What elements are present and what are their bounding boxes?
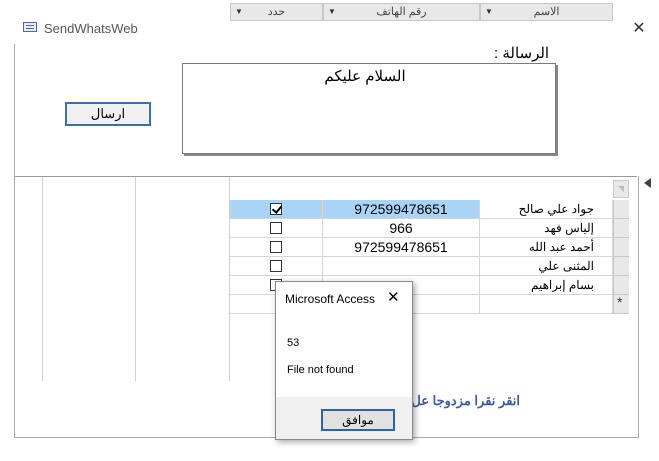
grid-column-empty (43, 177, 136, 381)
name-cell[interactable]: جواد علي صالح (480, 200, 613, 219)
select-all-corner[interactable] (613, 180, 629, 198)
table-row[interactable]: 972599478651 جواد علي صالح (230, 200, 613, 219)
send-button[interactable]: ارسال (65, 102, 151, 126)
name-cell[interactable]: أحمد عبد الله (480, 238, 613, 257)
phone-cell[interactable]: 972599478651 (323, 200, 480, 219)
phone-cell[interactable]: 972599478651 (323, 238, 480, 257)
row-selector[interactable] (613, 276, 629, 295)
select-cell[interactable] (230, 257, 323, 276)
window-title: SendWhatsWeb (44, 21, 138, 36)
row-checkbox[interactable] (270, 259, 282, 272)
name-cell[interactable] (480, 295, 613, 314)
name-cell[interactable]: المثنى علي (480, 257, 613, 276)
header-phone[interactable]: ▼ رقم الهاتف (323, 3, 480, 21)
table-row[interactable]: 972599478651 أحمد عبد الله (230, 238, 613, 257)
grid-column-empty (15, 177, 43, 381)
message-textbox[interactable]: السلام عليكم (182, 63, 556, 154)
dropdown-arrow-icon[interactable]: ▼ (235, 4, 243, 20)
row-checkbox[interactable] (270, 202, 282, 215)
form-icon (23, 22, 37, 32)
row-selector[interactable] (613, 238, 629, 257)
close-icon[interactable]: ✕ (387, 288, 400, 306)
grid-column-empty (136, 177, 230, 381)
close-icon[interactable]: ✕ (631, 18, 647, 38)
phone-cell[interactable]: 966 (323, 219, 480, 238)
select-cell[interactable] (230, 219, 323, 238)
error-number: 53 (287, 337, 300, 349)
name-cell[interactable]: إلياس فهد (480, 219, 613, 238)
dropdown-arrow-icon[interactable]: ▼ (485, 4, 493, 20)
scroll-arrow-icon[interactable] (644, 178, 651, 188)
header-name-label: الاسم (533, 6, 560, 18)
select-cell[interactable] (230, 200, 323, 219)
message-text: السلام عليكم (324, 68, 406, 85)
ok-button[interactable]: موافق (321, 409, 395, 431)
header-name[interactable]: ▼ الاسم (480, 3, 613, 21)
new-record-marker: * (617, 294, 623, 310)
vertical-scrollbar[interactable] (638, 176, 659, 438)
app-window: SendWhatsWeb ✕ الرسالة : السلام عليكم ار… (0, 0, 659, 461)
dialog-title: Microsoft Access (285, 292, 376, 306)
name-cell[interactable]: بسام إبراهيم (480, 276, 613, 295)
dialog-footer: موافق (276, 397, 412, 439)
select-cell[interactable] (230, 238, 323, 257)
header-phone-label: رقم الهاتف (376, 6, 427, 18)
dropdown-arrow-icon[interactable]: ▼ (328, 4, 336, 20)
phone-cell[interactable] (323, 257, 480, 276)
header-select-label: حدد (267, 6, 286, 18)
error-message: File not found (287, 364, 354, 376)
message-label: الرسالة : (494, 45, 550, 62)
table-row[interactable]: 966 إلياس فهد (230, 219, 613, 238)
row-checkbox[interactable] (270, 221, 282, 234)
header-select[interactable]: ▼ حدد (230, 3, 323, 21)
row-selector[interactable] (613, 257, 629, 276)
row-selector[interactable] (613, 200, 629, 219)
message-dialog: Microsoft Access ✕ 53 File not found موا… (275, 281, 413, 440)
row-selector[interactable] (613, 219, 629, 238)
table-row[interactable]: المثنى علي (230, 257, 613, 276)
row-checkbox[interactable] (270, 240, 282, 253)
